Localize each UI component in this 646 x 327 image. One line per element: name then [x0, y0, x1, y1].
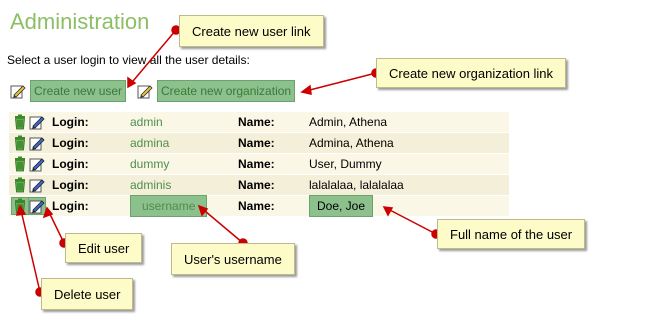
login-label: Login:	[52, 153, 130, 175]
username-cell: username	[130, 195, 238, 217]
full-name-cell: User, Dummy	[309, 153, 509, 175]
name-label: Name:	[238, 112, 309, 133]
username-cell: dummy	[130, 153, 238, 175]
username-link[interactable]: admina	[130, 136, 169, 150]
callout-delete-user: Delete user	[41, 278, 134, 310]
login-label: Login:	[52, 195, 130, 217]
name-label: Name:	[238, 132, 309, 154]
page-title: Administration	[10, 9, 150, 34]
full-name-cell: lalalalaa, lalalalaa	[309, 174, 509, 196]
table-row: Login: username Name: Doe, Joe	[9, 195, 509, 217]
table-row: Login: admina Name: Admina, Athena	[9, 132, 509, 154]
row-actions	[9, 112, 52, 133]
trash-icon[interactable]	[12, 135, 28, 151]
username-link[interactable]: dummy	[130, 157, 169, 171]
username-cell: admina	[130, 132, 238, 154]
login-label: Login:	[52, 174, 130, 196]
full-name-cell: Admin, Athena	[309, 112, 509, 133]
username-cell: adminis	[130, 174, 238, 196]
trash-icon[interactable]	[12, 177, 28, 193]
name-label: Name:	[238, 195, 309, 217]
trash-icon[interactable]	[12, 114, 28, 130]
create-icon[interactable]	[10, 83, 26, 99]
full-name-cell: Doe, Joe	[309, 195, 509, 217]
username-link[interactable]: username	[130, 195, 208, 217]
full-name: Admin, Athena	[309, 115, 388, 129]
create-user-link[interactable]: Create new user	[30, 80, 127, 102]
callout-edit-user: Edit user	[65, 233, 143, 263]
table-row: Login: admin Name: Admin, Athena	[9, 112, 509, 133]
name-label: Name:	[238, 174, 309, 196]
edit-icon[interactable]	[29, 156, 45, 172]
create-icon[interactable]	[137, 83, 153, 99]
row-actions	[9, 195, 52, 217]
edit-icon[interactable]	[28, 197, 46, 215]
username-link[interactable]: admin	[130, 115, 163, 129]
row-actions	[9, 132, 52, 154]
full-name: User, Dummy	[309, 157, 382, 171]
name-label: Name:	[238, 153, 309, 175]
edit-icon[interactable]	[29, 114, 45, 130]
row-actions	[9, 174, 52, 196]
full-name: Admina, Athena	[309, 136, 394, 150]
create-org-group[interactable]: Create new organization	[137, 79, 296, 103]
table-row: Login: dummy Name: User, Dummy	[9, 153, 509, 175]
username-link[interactable]: adminis	[130, 178, 171, 192]
instructions-text: Select a user login to view all the user…	[7, 53, 250, 67]
callout-full-name: Full name of the user	[437, 219, 586, 249]
users-table: Login: admin Name: Admin, Athena Login: admin…	[9, 112, 509, 217]
full-name: lalalalaa, lalalalaa	[309, 178, 404, 192]
create-user-group[interactable]: Create new user	[10, 79, 127, 103]
create-organization-link[interactable]: Create new organization	[157, 80, 296, 102]
full-name-cell: Admina, Athena	[309, 132, 509, 154]
callout-create-user-link: Create new user link	[179, 15, 324, 47]
table-row: Login: adminis Name: lalalalaa, lalalalaa	[9, 174, 509, 196]
row-actions	[9, 153, 52, 175]
edit-icon[interactable]	[29, 135, 45, 151]
callout-users-username: User's username	[171, 243, 295, 275]
trash-icon[interactable]	[11, 197, 29, 215]
username-cell: admin	[130, 112, 238, 133]
full-name: Doe, Joe	[309, 195, 374, 217]
login-label: Login:	[52, 132, 130, 154]
login-label: Login:	[52, 112, 130, 133]
trash-icon[interactable]	[12, 156, 28, 172]
callout-create-org-link: Create new organization link	[376, 58, 567, 88]
edit-icon[interactable]	[29, 177, 45, 193]
